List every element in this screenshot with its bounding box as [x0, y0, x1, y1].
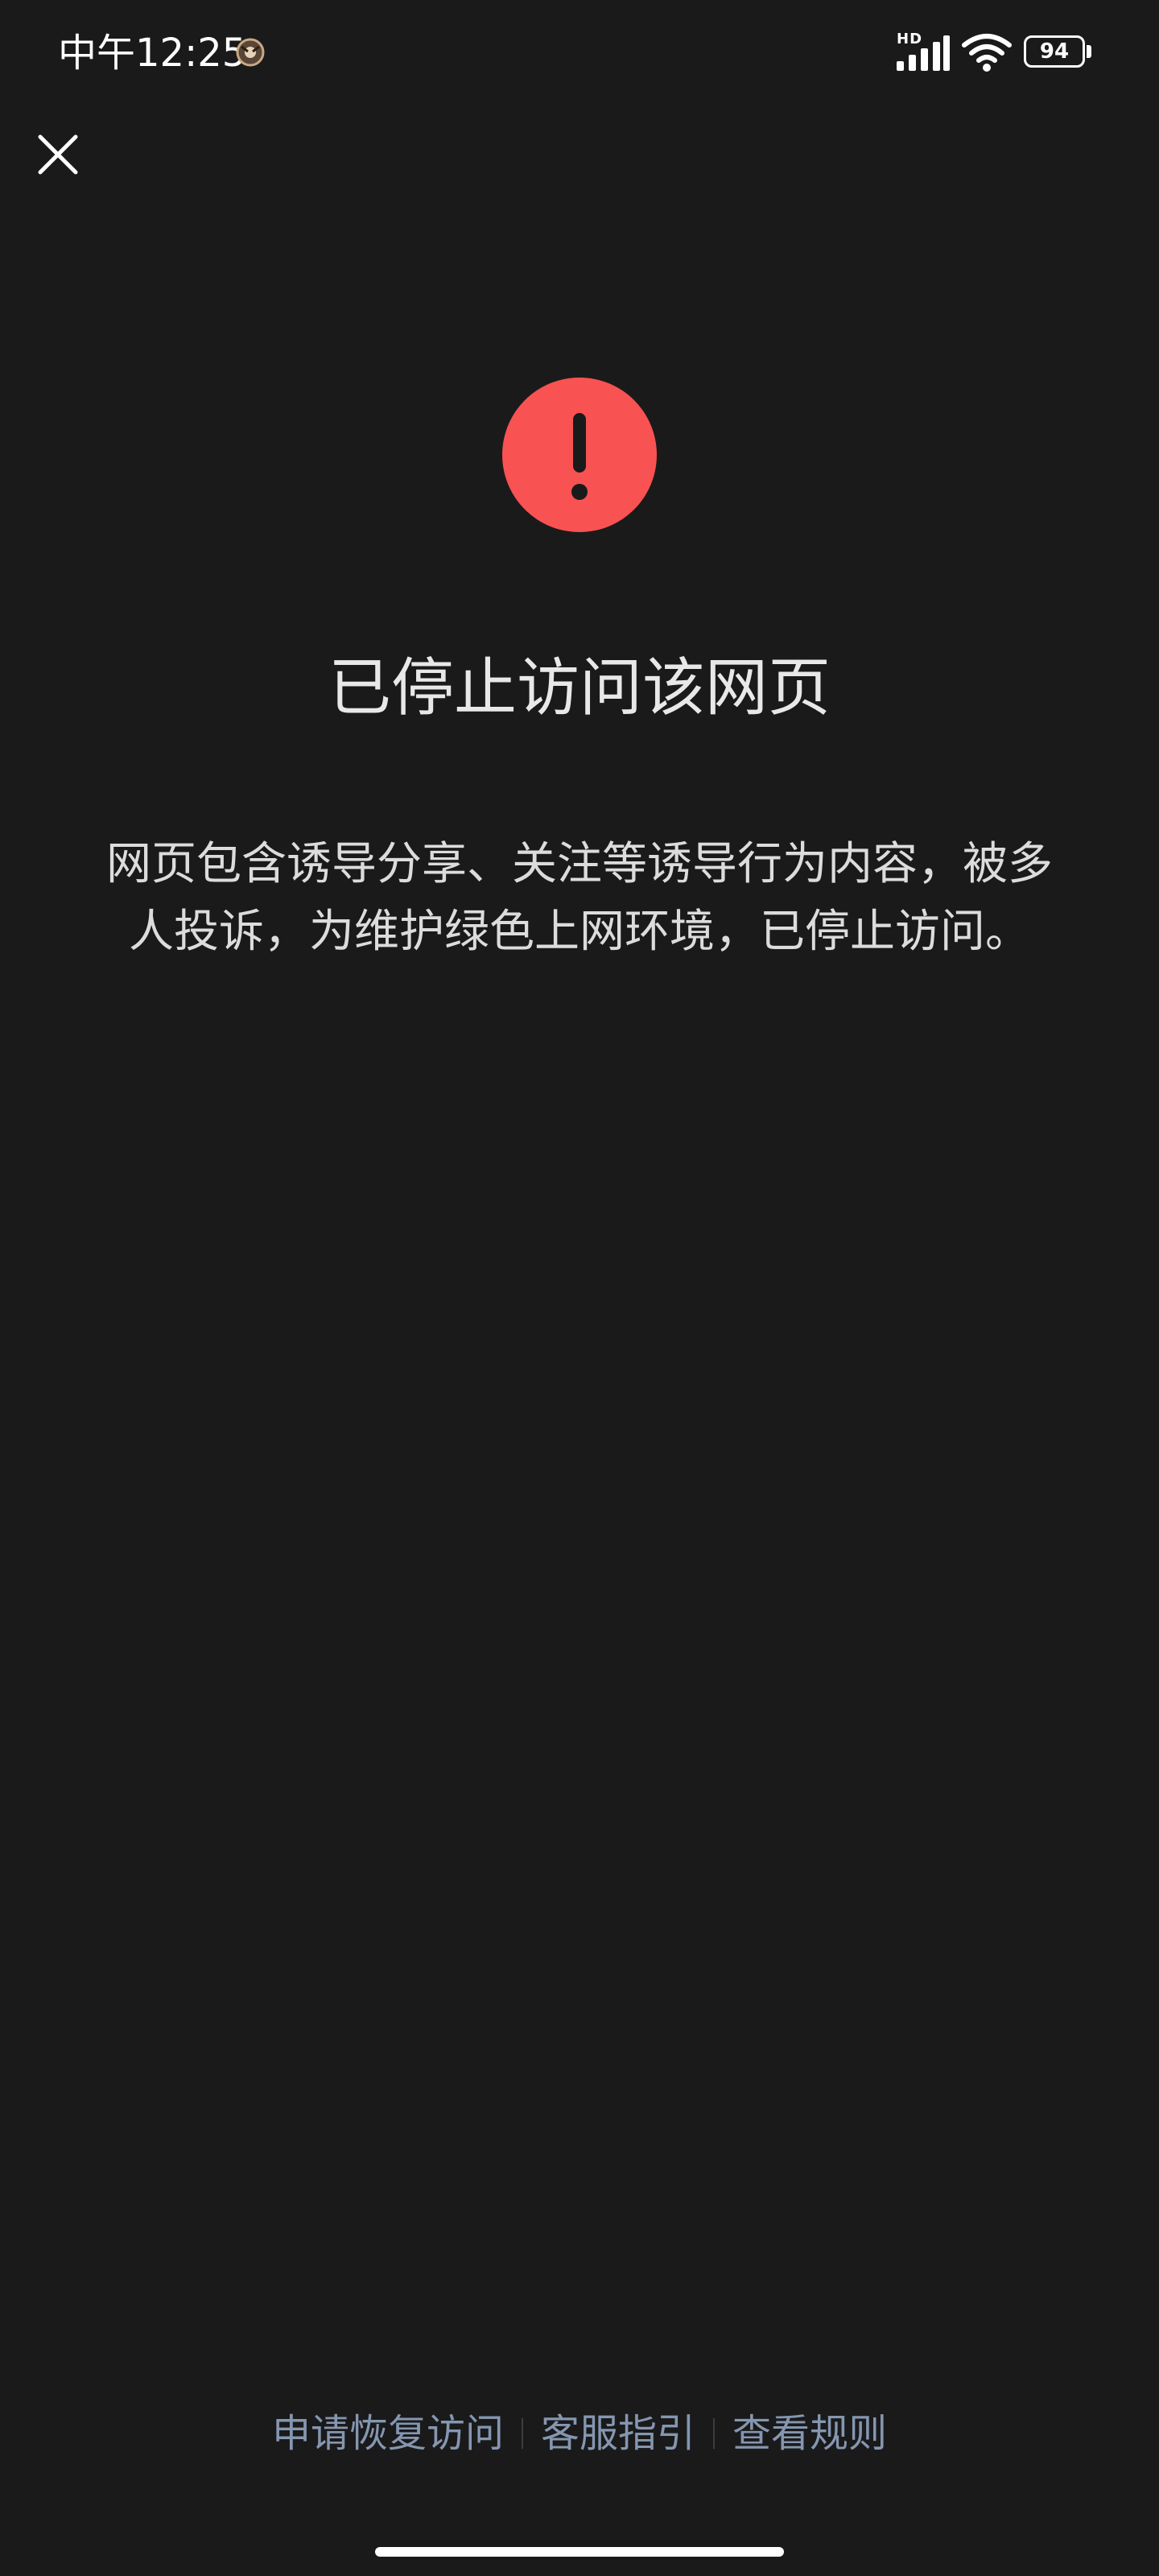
page-title: 已停止访问该网页 [328, 652, 831, 724]
blocked-message: 网页包含诱导分享、关注等诱导行为内容，被多人投诉，为维护绿色上网环境，已停止访问… [106, 838, 1053, 958]
exclamation-circle-icon [502, 378, 657, 532]
battery-level: 94 [1039, 39, 1070, 64]
customer-service-guide-link[interactable]: 客服指引 [523, 2405, 713, 2462]
battery-cap [1087, 45, 1091, 58]
close-button[interactable] [24, 121, 92, 188]
close-icon [38, 134, 78, 175]
status-time: 中午12:25 [58, 31, 247, 76]
request-restore-access-link[interactable]: 申请恢复访问 [254, 2405, 522, 2462]
battery-icon: 94 [1024, 35, 1093, 71]
app-notification-icon [236, 38, 265, 67]
view-rules-link[interactable]: 查看规则 [715, 2405, 905, 2462]
status-bar: 中午12:25 HD 94 [0, 0, 1159, 105]
signal-icon: HD [895, 31, 950, 72]
home-indicator[interactable] [375, 2547, 784, 2557]
wifi-icon [962, 34, 1012, 72]
footer-links: 申请恢复访问 客服指引 查看规则 [0, 2397, 1159, 2470]
